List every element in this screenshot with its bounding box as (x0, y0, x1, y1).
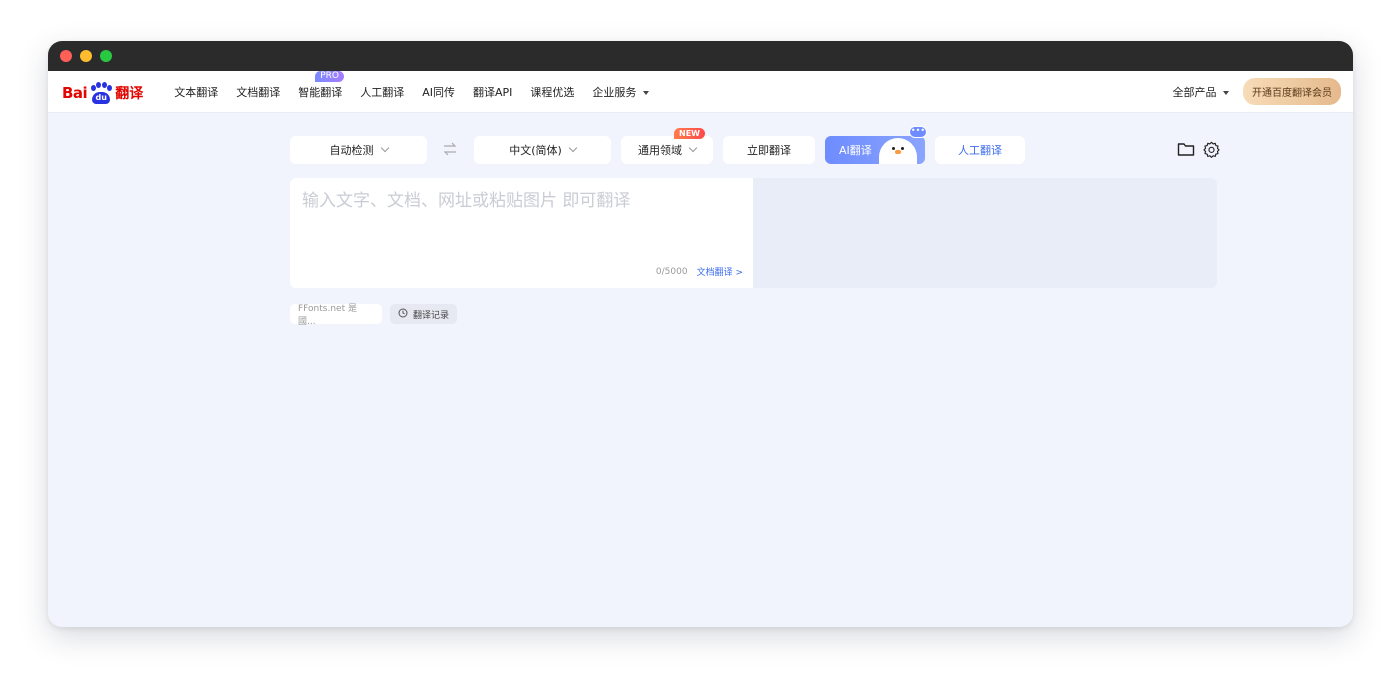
vip-membership-button[interactable]: 开通百度翻译会员 (1243, 78, 1341, 105)
swap-languages-icon[interactable] (440, 142, 460, 158)
zoom-window-button[interactable] (100, 50, 112, 62)
domain-select[interactable]: 通用领域 NEW (621, 128, 713, 164)
paw-icon: du (89, 81, 113, 104)
source-language-label: 自动检测 (329, 144, 374, 157)
caret-down-icon (642, 90, 649, 95)
folder-icon[interactable] (1177, 141, 1195, 162)
pro-badge: PRO (315, 70, 344, 82)
mascot-icon (879, 138, 917, 164)
new-badge: NEW (674, 128, 705, 139)
chevron-down-icon (380, 143, 389, 153)
nav-item-smart-translate-label: 智能翻译 (298, 85, 343, 99)
translate-now-button[interactable]: 立即翻译 (723, 136, 815, 164)
chat-bubble-icon: ••• (909, 126, 927, 138)
nav-item-smart-translate[interactable]: 智能翻译 PRO (289, 70, 351, 100)
all-products-menu[interactable]: 全部产品 (1172, 84, 1229, 100)
chevron-down-icon (568, 143, 578, 153)
ai-translate-label: AI翻译 (839, 144, 872, 157)
result-panel (753, 178, 1217, 288)
nav-item-doc-translate[interactable]: 文档翻译 (227, 84, 289, 100)
history-label: 翻译记录 (413, 310, 450, 321)
nav-item-courses[interactable]: 课程优选 (521, 84, 583, 100)
nav-item-human-translate[interactable]: 人工翻译 (351, 84, 413, 100)
title-bar (48, 41, 1353, 71)
source-text-input[interactable] (302, 186, 742, 256)
human-translate-button[interactable]: 人工翻译 (935, 136, 1025, 164)
below-editor-bar: FFonts.net 是國... 翻译记录 (290, 304, 458, 327)
target-language-select[interactable]: 中文(简体) (474, 136, 611, 164)
nav-item-enterprise-label: 企业服务 (592, 85, 637, 99)
baidu-fanyi-logo[interactable]: Bai du 翻译 (62, 81, 144, 104)
target-language-label: 中文(简体) (509, 144, 562, 157)
browser-window: Bai du 翻译 文本翻译 文档翻译 智能翻译 PRO 人工翻译 AI同传 翻… (48, 41, 1353, 627)
logo-paw-text: du (92, 91, 111, 104)
history-button[interactable]: 翻译记录 (390, 304, 458, 324)
char-count: 0/5000 (655, 266, 688, 277)
ai-translate-button[interactable]: AI翻译 ••• (825, 126, 927, 164)
translation-editor: 0/5000 文档翻译 > (290, 178, 1217, 288)
nav-item-translate-api[interactable]: 翻译API (464, 84, 521, 100)
chevron-down-icon (688, 143, 698, 153)
all-products-label: 全部产品 (1172, 85, 1217, 99)
minimize-window-button[interactable] (80, 50, 92, 62)
toolbar-icons (1177, 141, 1220, 162)
logo-brand-text: Bai (62, 83, 88, 102)
source-language-select[interactable]: 自动检测 (290, 136, 427, 164)
nav-item-ai-interpretation[interactable]: AI同传 (413, 84, 464, 100)
translate-toolbar: 自动检测 中文(简体) 通用领域 NEW 立即翻译 AI翻译 ••• 人工翻译 (290, 126, 1220, 164)
nav-item-enterprise[interactable]: 企业服务 (583, 84, 658, 100)
nav-menu: 文本翻译 文档翻译 智能翻译 PRO 人工翻译 AI同传 翻译API 课程优选 … (165, 70, 658, 112)
domain-label: 通用领域 (638, 144, 682, 157)
nav-item-text-translate[interactable]: 文本翻译 (165, 84, 227, 100)
source-panel: 0/5000 文档翻译 > (290, 178, 753, 288)
recent-translation-chip[interactable]: FFonts.net 是國... (290, 304, 382, 327)
caret-down-icon (1223, 90, 1229, 95)
gear-icon[interactable] (1203, 141, 1220, 162)
editor-footer: 0/5000 文档翻译 > (655, 265, 743, 279)
logo-suffix-text: 翻译 (115, 85, 144, 102)
close-window-button[interactable] (60, 50, 72, 62)
top-navbar: Bai du 翻译 文本翻译 文档翻译 智能翻译 PRO 人工翻译 AI同传 翻… (48, 70, 1353, 113)
doc-translate-link[interactable]: 文档翻译 > (697, 265, 743, 278)
clock-icon (398, 308, 408, 321)
nav-right: 全部产品 开通百度翻译会员 (1172, 78, 1341, 105)
